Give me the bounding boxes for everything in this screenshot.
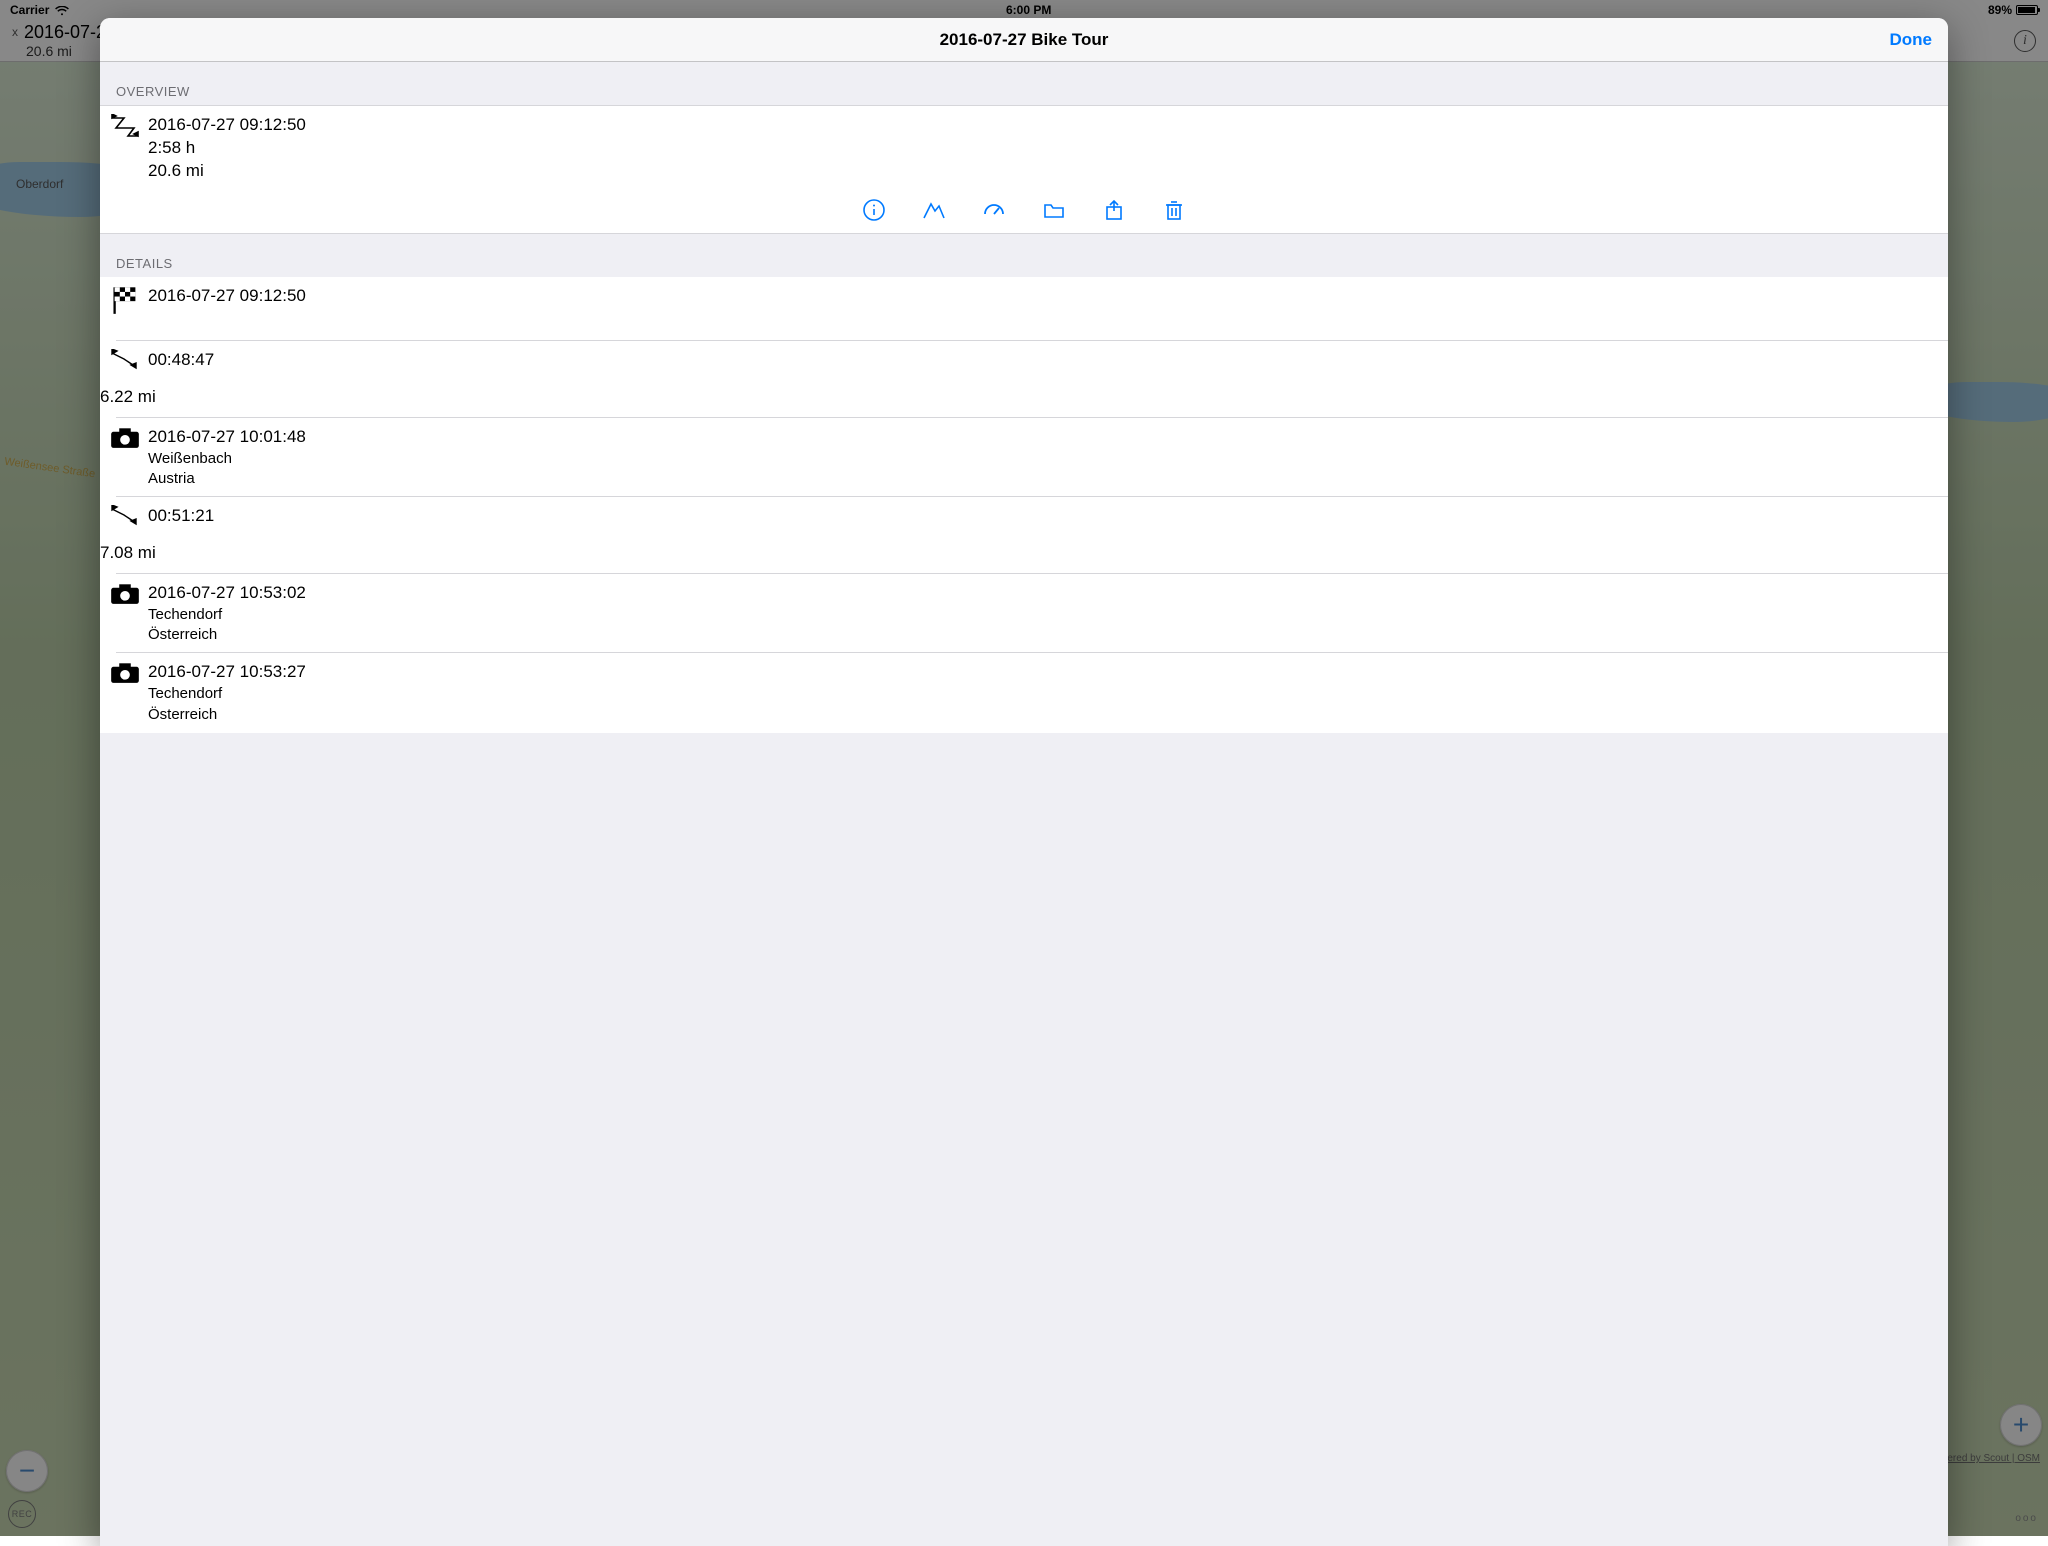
photo-timestamp: 2016-07-27 10:01:48 [148, 426, 1932, 449]
segment-distance: 7.08 mi [100, 542, 1932, 565]
overview-distance: 20.6 mi [148, 160, 1932, 183]
photo-country: Österreich [148, 625, 1932, 645]
delete-action-button[interactable] [1161, 197, 1187, 223]
detail-photo-cell[interactable]: 2016-07-27 10:53:27 Techendorf Österreic… [100, 653, 1948, 732]
share-action-button[interactable] [1101, 197, 1127, 223]
start-flag-icon [110, 285, 140, 313]
detail-start-cell[interactable]: 2016-07-27 09:12:50 [100, 277, 1948, 341]
detail-segment-cell[interactable]: 00:48:47 6.22 mi [100, 341, 1948, 417]
overview-action-row [100, 191, 1948, 234]
track-detail-sheet: 2016-07-27 Bike Tour Done OVERVIEW 2016-… [100, 18, 1948, 1546]
details-section-header: DETAILS [100, 234, 1948, 277]
detail-photo-cell[interactable]: 2016-07-27 10:53:02 Techendorf Österreic… [100, 574, 1948, 653]
elevation-action-button[interactable] [921, 197, 947, 223]
photo-timestamp: 2016-07-27 10:53:27 [148, 661, 1932, 684]
photo-country: Österreich [148, 705, 1932, 725]
photo-place: Techendorf [148, 605, 1932, 625]
photo-place: Weißenbach [148, 449, 1932, 469]
photo-timestamp: 2016-07-27 10:53:02 [148, 582, 1932, 605]
start-timestamp: 2016-07-27 09:12:50 [148, 285, 1932, 308]
detail-segment-cell[interactable]: 00:51:21 7.08 mi [100, 497, 1948, 573]
route-icon [110, 114, 140, 142]
camera-icon [110, 426, 140, 454]
camera-icon [110, 582, 140, 610]
segment-elapsed: 00:51:21 [148, 505, 1932, 528]
info-action-button[interactable] [861, 197, 887, 223]
overview-timestamp: 2016-07-27 09:12:50 [148, 114, 1932, 137]
overview-section-header: OVERVIEW [100, 62, 1948, 105]
sheet-title: 2016-07-27 Bike Tour [940, 30, 1109, 50]
overview-cell[interactable]: 2016-07-27 09:12:50 2:58 h 20.6 mi [100, 105, 1948, 191]
sheet-header: 2016-07-27 Bike Tour Done [100, 18, 1948, 62]
segment-distance: 6.22 mi [100, 386, 1932, 409]
photo-country: Austria [148, 469, 1932, 489]
segment-elapsed: 00:48:47 [148, 349, 1932, 372]
folder-action-button[interactable] [1041, 197, 1067, 223]
photo-place: Techendorf [148, 684, 1932, 704]
overview-duration: 2:58 h [148, 137, 1932, 160]
details-list: 2016-07-27 09:12:50 00:48:47 6.22 mi [100, 277, 1948, 733]
camera-icon [110, 661, 140, 689]
done-button[interactable]: Done [1890, 18, 1933, 62]
sheet-scroll[interactable]: OVERVIEW 2016-07-27 09:12:50 2:58 h 20.6… [100, 62, 1948, 1546]
segment-icon [110, 349, 140, 377]
speed-action-button[interactable] [981, 197, 1007, 223]
segment-icon [110, 505, 140, 533]
detail-photo-cell[interactable]: 2016-07-27 10:01:48 Weißenbach Austria [100, 418, 1948, 497]
